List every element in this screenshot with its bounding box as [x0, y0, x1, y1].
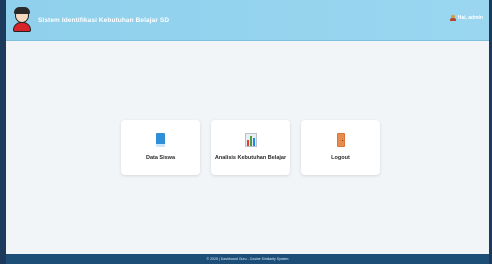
footer: © 2025 | Dashboard Guru - Cosine Similar… — [6, 254, 489, 264]
analisis-kebutuhan-card[interactable]: Analisis Kebutuhan Belajar — [211, 120, 290, 175]
student-avatar-icon — [12, 7, 32, 33]
dashboard-main: Data Siswa Analisis Kebutuhan Belajar Lo… — [6, 41, 489, 254]
greeting-text: Hai, admin — [457, 15, 483, 21]
card-label-data-siswa: Data Siswa — [145, 155, 176, 161]
app-title: Sistem Identifikasi Kebutuhan Belajar SD — [38, 16, 170, 24]
top-navbar: Sistem Identifikasi Kebutuhan Belajar SD… — [6, 0, 489, 41]
book-icon — [154, 133, 168, 147]
data-siswa-card[interactable]: Data Siswa — [121, 120, 200, 175]
footer-text: © 2025 | Dashboard Guru - Cosine Similar… — [206, 257, 289, 261]
user-greeting[interactable]: Hai, admin — [449, 15, 483, 21]
door-icon — [334, 133, 348, 147]
user-icon — [449, 15, 456, 21]
bar-chart-icon — [244, 133, 258, 147]
card-label-analisis: Analisis Kebutuhan Belajar — [214, 155, 287, 161]
logout-card[interactable]: Logout — [301, 120, 380, 175]
brand[interactable]: Sistem Identifikasi Kebutuhan Belajar SD — [12, 7, 169, 33]
card-label-logout: Logout — [331, 155, 350, 161]
